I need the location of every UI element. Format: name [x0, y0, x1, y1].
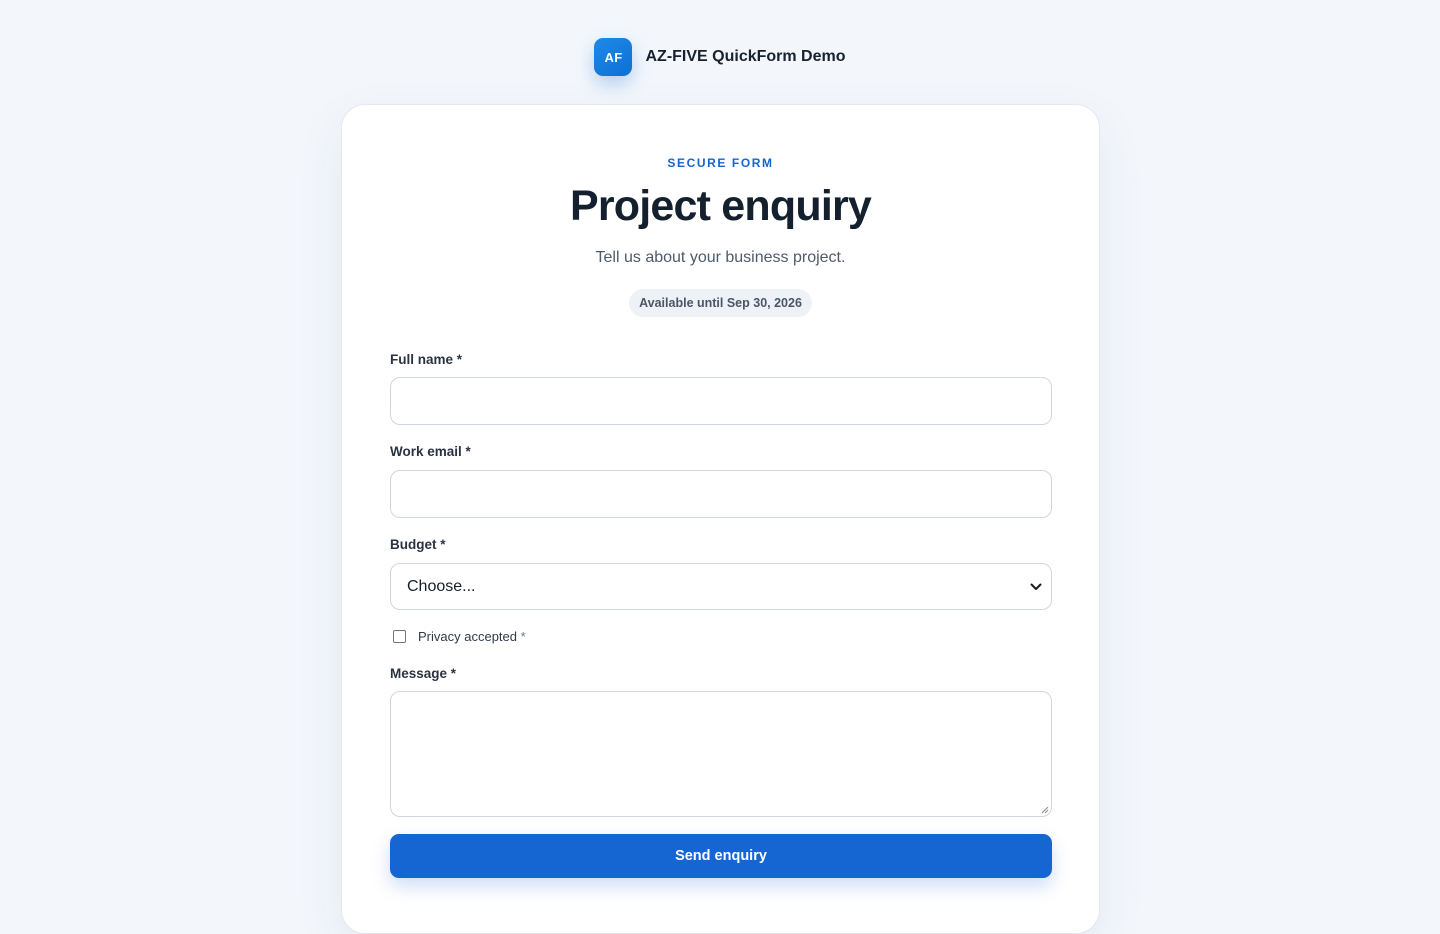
brand-logo: AF [594, 38, 633, 76]
privacy-checkbox[interactable] [393, 630, 406, 643]
send-enquiry-button[interactable]: Send enquiry [390, 834, 1052, 878]
privacy-row: Privacy accepted * [393, 629, 526, 644]
message-textarea[interactable] [390, 691, 1052, 817]
privacy-required-mark: * [520, 629, 526, 644]
privacy-label[interactable]: Privacy accepted * [418, 629, 526, 644]
work-email-label: Work email * [390, 444, 471, 459]
message-label: Message * [390, 666, 457, 681]
resize-grip-icon[interactable] [1040, 805, 1049, 814]
work-email-input[interactable] [390, 470, 1052, 518]
full-name-label: Full name * [390, 352, 463, 367]
brand-name: AZ-FIVE QuickForm Demo [645, 48, 846, 65]
budget-selected-value: Choose... [407, 577, 476, 595]
form-eyebrow: SECURE FORM [667, 156, 774, 170]
budget-select[interactable]: Choose... [390, 563, 1052, 610]
form-title: Project enquiry [569, 182, 872, 230]
form-subtitle: Tell us about your business project. [595, 249, 846, 266]
privacy-label-text: Privacy accepted [418, 629, 517, 644]
form-card: SECURE FORM Project enquiry Tell us abou… [341, 104, 1100, 934]
availability-wrap: Available until Sep 30, 2026 [342, 289, 1099, 317]
brand-header: AF AZ-FIVE QuickForm Demo [0, 38, 1440, 76]
availability-badge: Available until Sep 30, 2026 [629, 289, 812, 317]
budget-label: Budget * [390, 537, 446, 552]
chevron-down-icon [1029, 580, 1043, 594]
full-name-input[interactable] [390, 377, 1052, 425]
